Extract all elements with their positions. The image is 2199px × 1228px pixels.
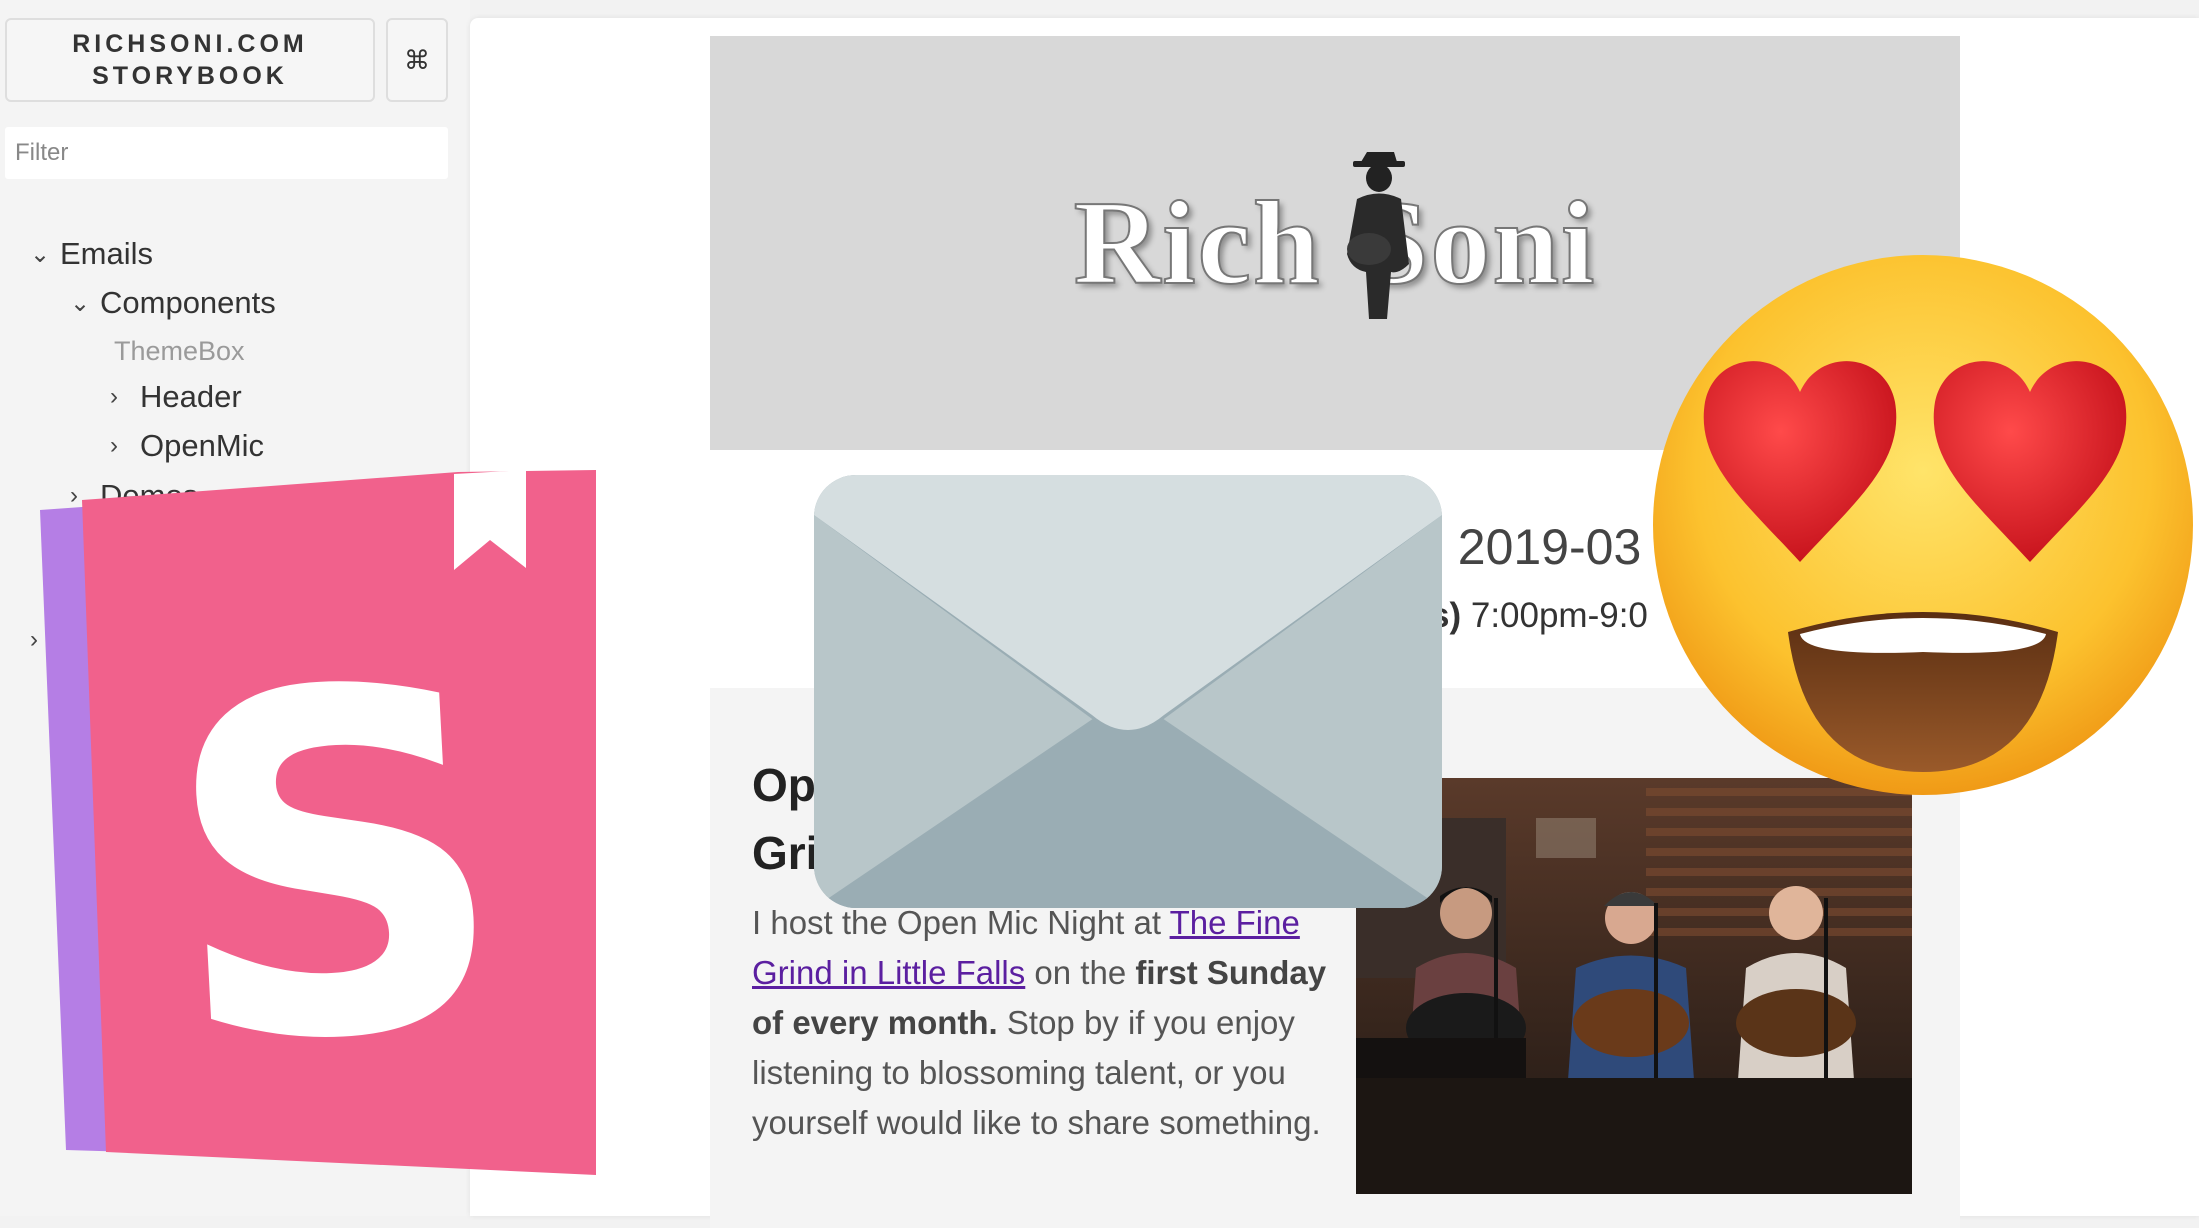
richsoni-logo: Rich Soni xyxy=(1073,152,1597,319)
tree-label: OpenMic xyxy=(140,428,265,463)
chevron-right-icon: › xyxy=(110,383,118,410)
tree-item-emails[interactable]: ⌄ Emails xyxy=(30,234,153,274)
chevron-right-icon: › xyxy=(110,432,118,459)
tree-item-header[interactable]: › Header xyxy=(110,377,242,417)
tree-item-themebox[interactable]: ThemeBox xyxy=(114,331,245,371)
envelope-icon xyxy=(814,475,1442,908)
shortcuts-button[interactable]: ⌘ xyxy=(386,18,448,102)
chevron-down-icon: ⌄ xyxy=(70,289,91,317)
svg-text:S: S xyxy=(153,586,520,1150)
filter-input[interactable] xyxy=(5,127,448,179)
chevron-down-icon: ⌄ xyxy=(30,240,51,268)
event-time: s) 7:00pm-9:0 xyxy=(1430,596,1648,635)
card-body-text: I host the Open Mic Night at The Fine Gr… xyxy=(752,904,1327,1141)
tree-label: Components xyxy=(100,285,276,320)
storybook-logo-icon: S xyxy=(40,470,596,1175)
tree-item-components[interactable]: ⌄ Components xyxy=(70,283,276,323)
card-title-line2: Gri xyxy=(752,827,819,879)
tree-label: Emails xyxy=(60,236,154,271)
storybook-brand-button[interactable]: RICHSONI.COM STORYBOOK xyxy=(5,18,375,102)
event-date: , 2019-03 xyxy=(1430,519,1642,575)
card-title-line1: Op xyxy=(752,759,816,811)
tree-item-openmic[interactable]: › OpenMic xyxy=(110,426,264,466)
guitarist-silhouette-icon xyxy=(1346,152,1409,319)
tree-label: Header xyxy=(140,379,242,414)
tree-label: ThemeBox xyxy=(114,335,245,366)
heart-eyes-emoji-icon xyxy=(1653,255,2193,795)
